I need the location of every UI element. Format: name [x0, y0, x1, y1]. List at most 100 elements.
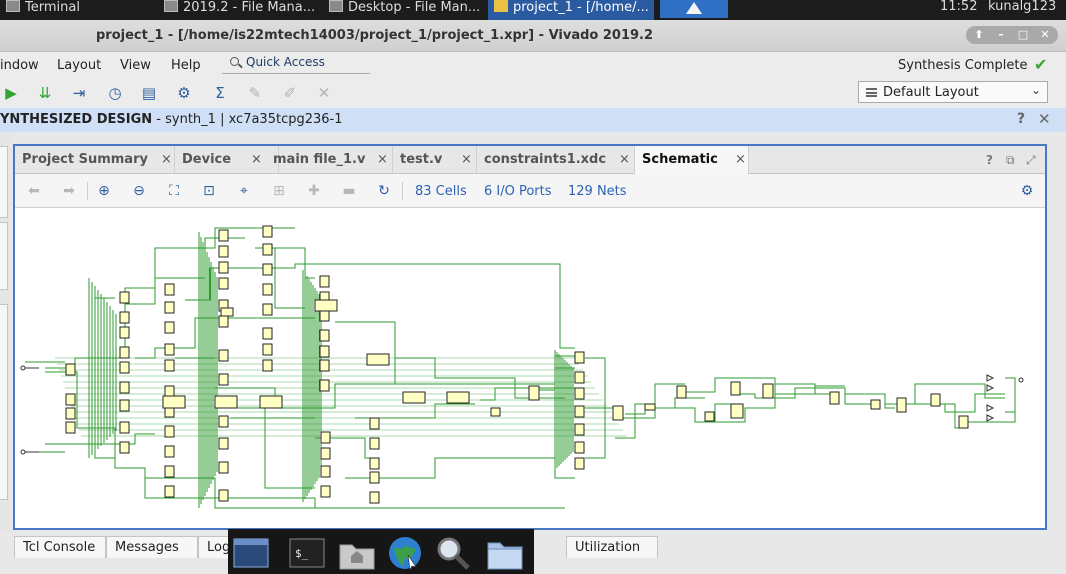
schematic-cell: [65, 363, 76, 376]
show-desktop-icon[interactable]: [230, 533, 272, 573]
schematic-cell: [218, 489, 229, 502]
schematic-cell: [119, 326, 130, 339]
taskbar-terminal[interactable]: Terminal: [0, 0, 150, 20]
run-icon[interactable]: ▶: [2, 84, 20, 102]
refresh-icon[interactable]: ↻: [374, 182, 394, 200]
help-icon[interactable]: ?: [1017, 111, 1025, 127]
menu-help[interactable]: Help: [171, 58, 201, 73]
tab-device[interactable]: Device ×: [175, 146, 279, 174]
tab-tcl-console[interactable]: Tcl Console: [14, 536, 106, 558]
layout-dropdown[interactable]: Default Layout ⌄: [858, 81, 1048, 103]
output-port: [1018, 377, 1024, 383]
close-tab-icon[interactable]: ×: [461, 146, 472, 174]
disabled-tool-icon: ✎: [248, 84, 262, 102]
timer-icon[interactable]: ◷: [106, 84, 124, 102]
route-icon: ⊞: [273, 183, 285, 199]
side-tab[interactable]: [0, 146, 8, 218]
close-tab-icon[interactable]: ×: [161, 146, 172, 174]
search-icon[interactable]: [432, 533, 474, 573]
terminal-icon[interactable]: $_: [286, 533, 328, 573]
home-folder-icon[interactable]: [336, 533, 378, 573]
schematic-cell: [574, 351, 585, 364]
design-title: YNTHESIZED DESIGN - synth_1 | xc7a35tcpg…: [0, 112, 343, 127]
taskbar-desktop[interactable]: Desktop - File Man...: [323, 0, 483, 20]
folder-icon[interactable]: [484, 533, 526, 573]
quick-access-search[interactable]: Quick Access: [222, 52, 370, 74]
schematic-cell: [644, 403, 656, 411]
schematic-cell: [574, 387, 585, 400]
wire: [45, 433, 155, 445]
help-icon[interactable]: ?: [986, 153, 993, 167]
schematic-toolbar: ⬅ ➡ ⊕ ⊖ ⛶ ⊡ ⌖ ⊞ ✚ ▬ ↻ 83 Cells 6 I/O Por…: [15, 174, 1045, 208]
close-tab-icon[interactable]: ×: [735, 146, 746, 174]
schematic-cell: [164, 321, 175, 334]
taskbar-vivado[interactable]: project_1 - [/home/...: [488, 0, 654, 20]
schematic-cell: [319, 329, 330, 342]
tab-test-v[interactable]: test.v ×: [393, 146, 477, 174]
io-ports-count[interactable]: 6 I/O Ports: [484, 184, 552, 199]
wire: [625, 397, 705, 415]
minimize-button[interactable]: –: [992, 26, 1010, 44]
web-browser-icon[interactable]: [384, 533, 426, 573]
schematic-cell: [220, 307, 234, 317]
taskbar-file-manager[interactable]: 2019.2 - File Mana...: [158, 0, 318, 20]
cells-count[interactable]: 83 Cells: [415, 184, 467, 199]
schematic-cell: [369, 491, 380, 504]
tab-main-file[interactable]: main file_1.v ×: [266, 146, 393, 174]
step-icon[interactable]: ⇥: [70, 84, 88, 102]
zoom-out-icon[interactable]: ⊖: [129, 182, 149, 200]
schematic-cell: [119, 311, 130, 324]
schematic-cell: [574, 423, 585, 436]
tab-utilization[interactable]: Utilization: [566, 536, 658, 558]
menu-view[interactable]: View: [120, 58, 151, 73]
settings-icon[interactable]: ⚙: [175, 84, 193, 102]
schematic-cell: [762, 383, 774, 399]
zoom-in-icon[interactable]: ⊕: [94, 182, 114, 200]
side-tab[interactable]: [0, 222, 8, 290]
tab-constraints[interactable]: constraints1.xdc ×: [477, 146, 635, 174]
close-tab-icon[interactable]: ×: [251, 146, 262, 174]
schematic-cell: [319, 345, 330, 358]
schematic-canvas[interactable]: [15, 208, 1045, 528]
schematic-cell: [218, 229, 229, 242]
gear-icon[interactable]: ⚙: [1017, 182, 1037, 200]
schematic-cell: [65, 407, 76, 420]
roll-up-button[interactable]: ⬆: [970, 26, 988, 44]
launcher-button[interactable]: [660, 0, 728, 18]
zoom-fit-icon[interactable]: ⛶: [164, 182, 184, 200]
output-port: [986, 384, 995, 392]
design-part: - synth_1 | xc7a35tcpg236-1: [152, 112, 343, 127]
close-icon[interactable]: ✕: [1038, 110, 1051, 128]
schematic-cell: [262, 327, 273, 340]
center-icon[interactable]: ⌖: [234, 182, 254, 200]
menu-layout[interactable]: Layout: [57, 58, 101, 73]
schematic-drawing[interactable]: [15, 208, 1045, 528]
maximize-button[interactable]: □: [1014, 26, 1032, 44]
tab-messages[interactable]: Messages: [106, 536, 198, 558]
maximize-icon[interactable]: ⤢: [1026, 153, 1036, 168]
schematic-cell: [119, 381, 130, 394]
download-icon[interactable]: ⇊: [36, 84, 54, 102]
folder-icon: [164, 0, 178, 12]
wire: [185, 263, 575, 349]
taskbar-label: Terminal: [25, 0, 80, 15]
nets-count[interactable]: 129 Nets: [568, 184, 627, 199]
schematic-cell: [366, 353, 390, 366]
schematic-cell: [119, 291, 130, 304]
menu-window[interactable]: indow: [0, 58, 39, 73]
restore-icon[interactable]: ⧉: [1006, 153, 1015, 168]
side-tab[interactable]: [0, 304, 8, 500]
collapse-icon: ▬: [342, 183, 356, 199]
report-icon[interactable]: ▤: [140, 84, 158, 102]
schematic-cell: [574, 371, 585, 384]
close-tab-icon[interactable]: ×: [377, 146, 388, 174]
schematic-cell: [319, 359, 330, 372]
tab-schematic[interactable]: Schematic ×: [635, 146, 749, 174]
close-tab-icon[interactable]: ×: [619, 146, 630, 174]
schematic-cell: [262, 359, 273, 372]
close-window-button[interactable]: ✕: [1036, 26, 1054, 44]
sigma-icon[interactable]: Σ: [211, 84, 229, 102]
schematic-cell: [704, 411, 715, 422]
tab-project-summary[interactable]: Project Summary ×: [15, 146, 175, 174]
zoom-area-icon[interactable]: ⊡: [199, 182, 219, 200]
